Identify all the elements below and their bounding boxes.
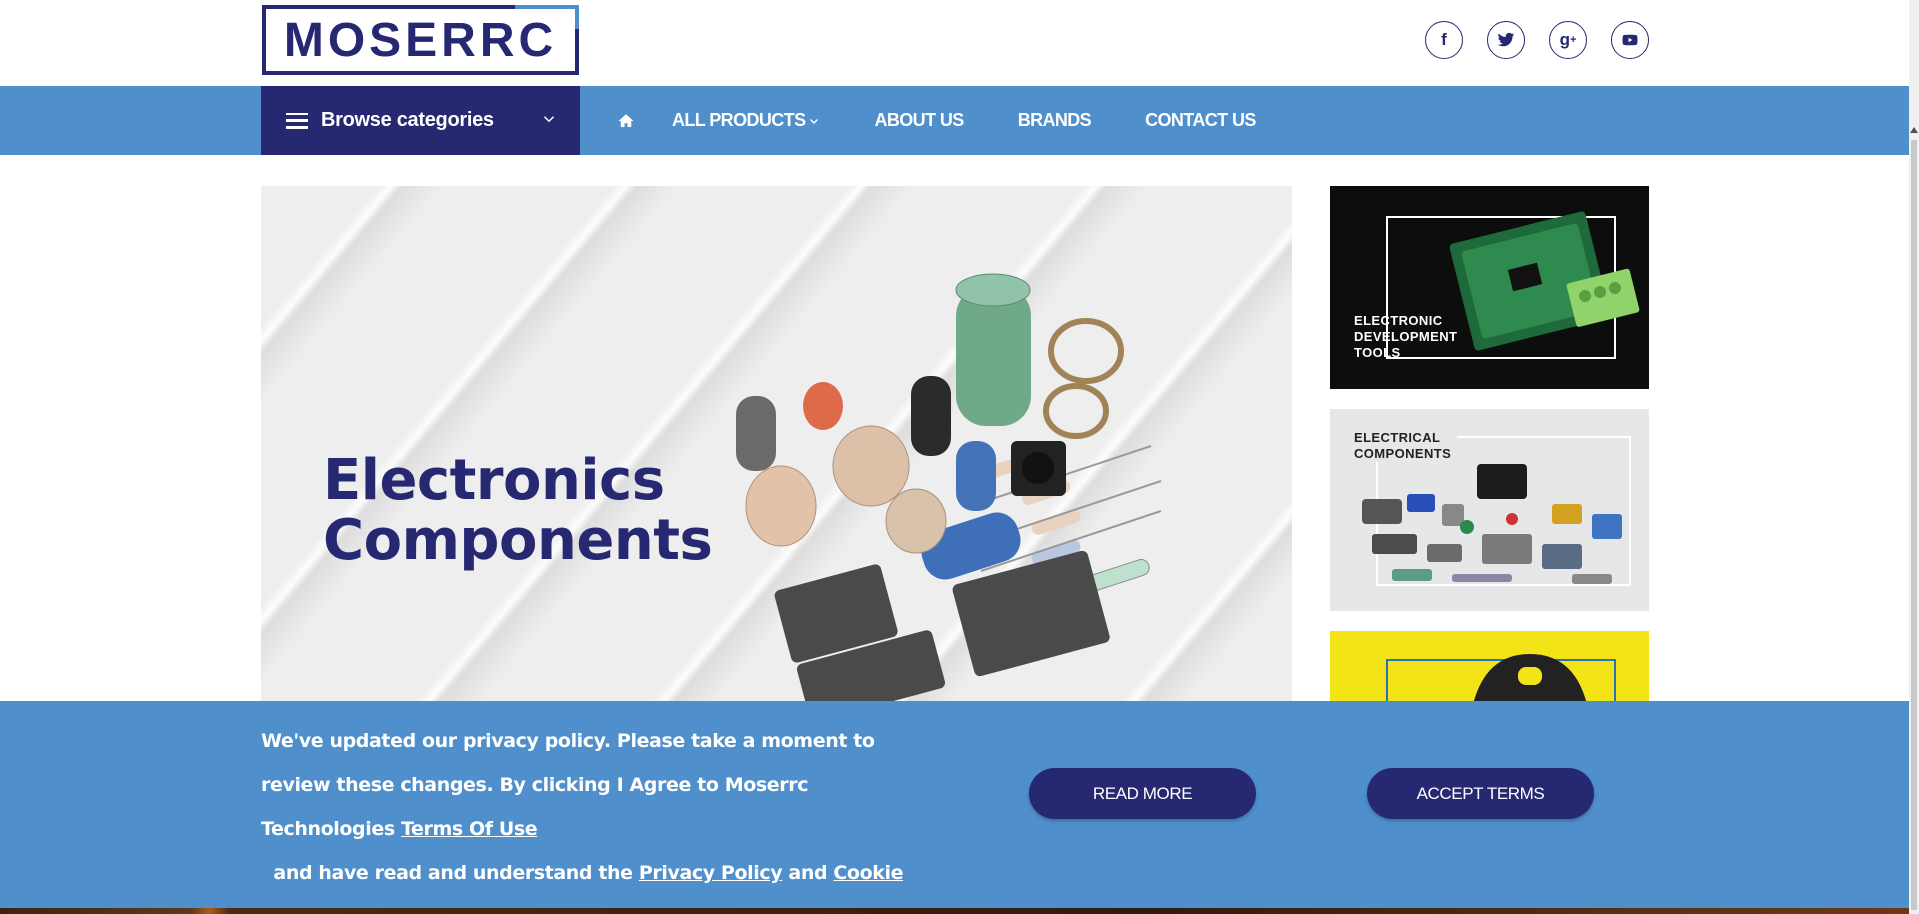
- read-more-button[interactable]: READ MORE: [1029, 768, 1256, 819]
- cookie-text-part: and: [782, 862, 834, 884]
- green-capacitor-illustration: [955, 273, 1031, 426]
- logo-text: MOSERRC: [283, 13, 558, 67]
- hero-title-line2: Components: [323, 508, 713, 573]
- nav-contact-us[interactable]: CONTACT US: [1145, 110, 1256, 131]
- youtube-icon[interactable]: [1611, 21, 1649, 59]
- browse-categories-label: Browse categories: [321, 109, 494, 131]
- footer-image-strip: [0, 908, 1909, 914]
- tile-label: ELECTRONIC DEVELOPMENT TOOLS: [1354, 313, 1457, 361]
- nav-links: ALL PRODUCTS ABOUT US BRANDS CONTACT US: [617, 86, 1310, 155]
- dev-board-illustration: [1450, 211, 1640, 351]
- accept-terms-button[interactable]: ACCEPT TERMS: [1367, 768, 1594, 819]
- nav-all-products-label: ALL PRODUCTS: [672, 110, 806, 130]
- tile-label-line: TOOLS: [1354, 345, 1401, 360]
- electronic-components-image: [736, 273, 1162, 701]
- cookie-message: We've updated our privacy policy. Please…: [261, 719, 921, 914]
- small-capacitor-illustration: [736, 396, 776, 471]
- facebook-icon[interactable]: f: [1425, 21, 1463, 59]
- twitter-icon[interactable]: [1487, 21, 1525, 59]
- orange-diode-illustration: [803, 382, 843, 430]
- black-capacitor-illustration: [911, 376, 951, 456]
- toroid-coil-illustration: [1043, 318, 1124, 439]
- ceramic-capacitor-illustration: [745, 465, 817, 547]
- main-navigation: Browse categories ALL PRODUCTS ABOUT US …: [0, 86, 1909, 155]
- nav-about-us[interactable]: ABOUT US: [874, 110, 964, 131]
- electronic-development-tools-tile[interactable]: ELECTRONIC DEVELOPMENT TOOLS: [1330, 186, 1649, 389]
- tile-label: ELECTRICAL COMPONENTS: [1354, 430, 1458, 462]
- cookie-text-part: We've updated our privacy policy. Please…: [261, 730, 875, 840]
- browse-categories-button[interactable]: Browse categories: [261, 86, 580, 155]
- scroll-up-arrow-icon[interactable]: [1910, 127, 1918, 133]
- hamburger-menu-icon: [286, 112, 308, 129]
- moserrc-logo[interactable]: MOSERRC: [262, 5, 579, 75]
- nav-brands[interactable]: BRANDS: [1018, 110, 1092, 131]
- privacy-policy-link[interactable]: Privacy Policy: [639, 862, 783, 884]
- tile-label-line: ELECTRONIC: [1354, 313, 1443, 328]
- tile-label-line: DEVELOPMENT: [1354, 329, 1458, 344]
- nav-all-products[interactable]: ALL PRODUCTS: [672, 110, 820, 131]
- terms-of-use-link[interactable]: Terms Of Use: [401, 818, 538, 840]
- tile-label-line: ELECTRICAL: [1354, 430, 1441, 445]
- hero-title-line1: Electronics: [323, 448, 665, 513]
- home-icon[interactable]: [617, 112, 635, 130]
- yellow-product-tile[interactable]: [1330, 631, 1649, 711]
- cookie-consent-banner: We've updated our privacy policy. Please…: [0, 701, 1909, 914]
- google-plus-icon[interactable]: g +: [1549, 21, 1587, 59]
- social-links: f g +: [1425, 21, 1649, 59]
- hero-banner[interactable]: Electronics Components: [261, 186, 1292, 701]
- chevron-down-icon: [810, 118, 819, 124]
- connectors-illustration: [1362, 464, 1622, 584]
- cookie-text-part: and have read and understand the: [261, 862, 639, 884]
- hero-title: Electronics Components: [323, 448, 713, 573]
- scrollbar-thumb[interactable]: [1911, 140, 1917, 910]
- chevron-down-icon: [543, 116, 555, 123]
- electrical-components-tile[interactable]: ELECTRICAL COMPONENTS: [1330, 409, 1649, 611]
- site-header: MOSERRC f g +: [0, 0, 1909, 86]
